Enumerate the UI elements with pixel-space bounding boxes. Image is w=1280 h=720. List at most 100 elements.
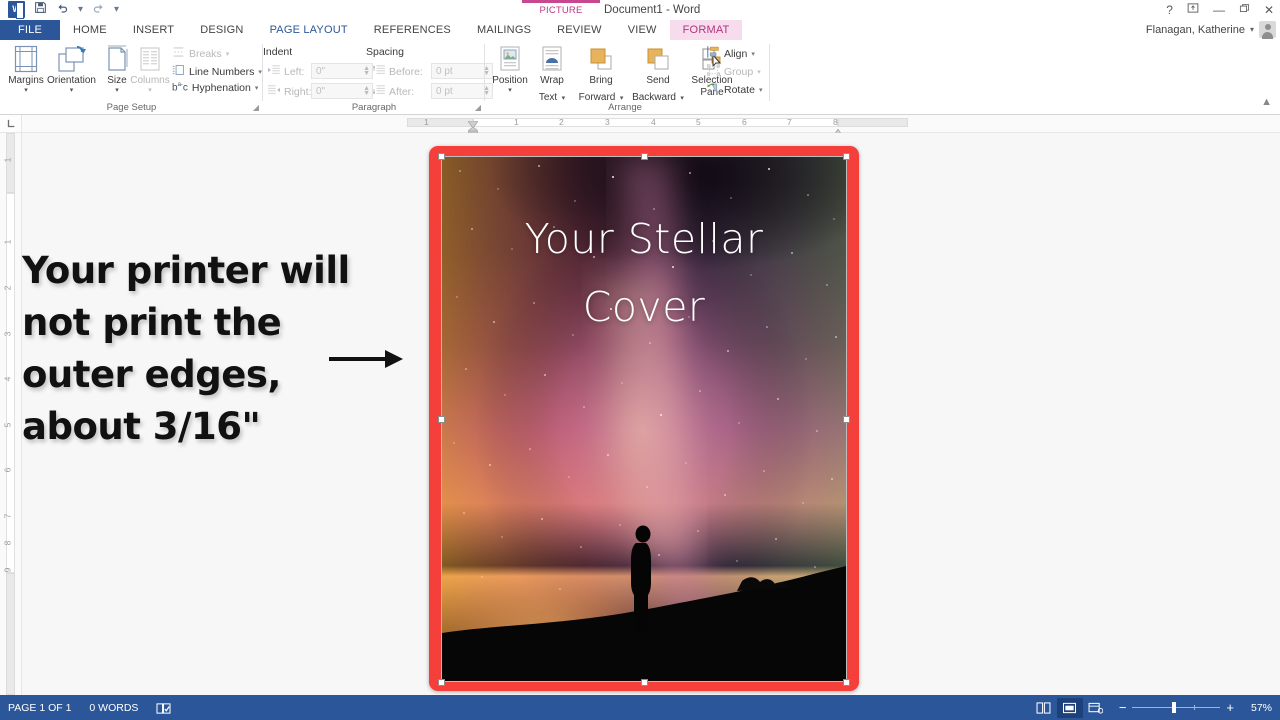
tab-references[interactable]: REFERENCES: [361, 20, 464, 40]
ribbon-display-options-icon[interactable]: [1187, 2, 1199, 17]
right-indent-marker[interactable]: [832, 124, 844, 138]
picture-tools-contextual-label: PICTURE TOOLS: [522, 0, 600, 32]
breaks-icon: [172, 46, 185, 61]
close-icon[interactable]: ✕: [1264, 3, 1274, 17]
send-backward-label2: Backward: [632, 91, 676, 103]
line-numbers-icon: [172, 64, 185, 79]
indent-left-input[interactable]: 0" ▲ ▼: [311, 63, 373, 79]
columns-caret-icon[interactable]: ▾: [126, 87, 174, 95]
cover-image[interactable]: Your Stellar Cover: [442, 157, 846, 681]
resize-handle-top-right[interactable]: [843, 153, 850, 160]
vruler-num-9: 9: [2, 567, 13, 573]
position-caret-icon[interactable]: ▾: [488, 87, 532, 95]
spacing-before-row: Before:: [372, 65, 423, 78]
indent-right-spin-down-icon[interactable]: ▼: [363, 90, 370, 97]
account-area[interactable]: Flanagan, Katherine ▾: [1145, 21, 1276, 39]
line-numbers-button[interactable]: Line Numbers ▾: [172, 64, 262, 79]
account-dropdown-icon[interactable]: ▾: [1250, 25, 1254, 34]
hyphenation-button[interactable]: ba-c Hyphenation ▾: [172, 82, 258, 94]
tab-insert[interactable]: INSERT: [120, 20, 187, 40]
read-mode-view-button[interactable]: [1031, 698, 1057, 718]
cover-title-line-1: Your Stellar: [524, 215, 764, 263]
resize-handle-top-center[interactable]: [641, 153, 648, 160]
resize-handle-middle-left[interactable]: [438, 416, 445, 423]
collapse-ribbon-icon[interactable]: ▲: [1261, 96, 1272, 108]
save-icon[interactable]: [34, 1, 47, 18]
hruler-num-1: 1: [514, 117, 519, 127]
wrap-text-caret-icon[interactable]: ▾: [562, 95, 566, 102]
resize-handle-bottom-center[interactable]: [641, 679, 648, 686]
rotate-caret-icon[interactable]: ▾: [759, 86, 763, 94]
paragraph-dialog-launcher-icon[interactable]: ◢: [475, 103, 481, 112]
resize-handle-bottom-right[interactable]: [843, 679, 850, 686]
spacing-before-value: 0 pt: [436, 66, 453, 77]
tab-mailings[interactable]: MAILINGS: [464, 20, 544, 40]
tab-format[interactable]: FORMAT: [669, 20, 743, 40]
tab-design[interactable]: DESIGN: [187, 20, 256, 40]
align-caret-icon[interactable]: ▾: [751, 50, 755, 58]
document-canvas[interactable]: Your printer will not print the outer ed…: [22, 133, 1280, 695]
zoom-out-button[interactable]: −: [1119, 701, 1127, 714]
user-name-label: Flanagan, Katherine: [1145, 23, 1245, 36]
first-line-indent-marker[interactable]: [467, 115, 479, 129]
annotation-line-4: about 3/16": [22, 405, 261, 448]
group-name-paragraph: Paragraph: [351, 102, 397, 113]
tab-view[interactable]: VIEW: [615, 20, 670, 40]
redo-icon[interactable]: [92, 1, 105, 18]
tab-file[interactable]: FILE: [0, 20, 61, 40]
zoom-slider[interactable]: [1132, 702, 1221, 713]
tab-selector-icon[interactable]: [0, 115, 22, 133]
word-count[interactable]: 0 WORDS: [89, 702, 138, 714]
orientation-icon: [44, 43, 99, 75]
print-layout-view-button[interactable]: [1056, 697, 1083, 718]
horizontal-ruler[interactable]: 1 1 2 3 4 5 6 7 8: [22, 115, 1280, 138]
orientation-caret-icon[interactable]: ▾: [44, 87, 99, 95]
vruler-num-5: 5: [2, 422, 13, 428]
ribbon-tab-bar: FILE HOME INSERT DESIGN PAGE LAYOUT REFE…: [0, 20, 1280, 40]
margins-button[interactable]: Margins ▾: [2, 43, 50, 95]
bring-forward-button[interactable]: Bring Forward ▾: [572, 43, 630, 105]
tab-home[interactable]: HOME: [60, 20, 120, 40]
tab-review[interactable]: REVIEW: [544, 20, 615, 40]
document-page[interactable]: Your Stellar Cover: [429, 146, 859, 691]
align-button[interactable]: Align ▾: [707, 46, 755, 61]
margins-caret-icon[interactable]: ▾: [2, 87, 50, 95]
columns-button[interactable]: Columns ▾: [126, 43, 174, 95]
customize-quick-access-toolbar-icon[interactable]: ▾: [114, 1, 119, 18]
resize-handle-bottom-left[interactable]: [438, 679, 445, 686]
orientation-button[interactable]: Orientation ▾: [44, 43, 99, 95]
margins-icon: [2, 43, 50, 75]
zoom-in-button[interactable]: +: [1226, 701, 1234, 714]
rotate-button[interactable]: Rotate ▾: [707, 82, 762, 97]
undo-icon[interactable]: [56, 1, 69, 18]
indent-left-value: 0": [316, 66, 326, 77]
page-indicator[interactable]: PAGE 1 OF 1: [8, 702, 71, 714]
group-caret-icon[interactable]: ▾: [757, 68, 761, 76]
bring-forward-caret-icon[interactable]: ▾: [620, 95, 624, 102]
zoom-control[interactable]: − + 57%: [1119, 701, 1272, 714]
position-button[interactable]: Position ▾: [488, 43, 532, 95]
left-indent-marker[interactable]: [466, 123, 480, 136]
zoom-level[interactable]: 57%: [1240, 702, 1272, 714]
breaks-caret-icon[interactable]: ▾: [226, 50, 230, 58]
indent-right-input[interactable]: 0" ▲ ▼: [311, 83, 373, 99]
breaks-button[interactable]: Breaks ▾: [172, 46, 229, 61]
resize-handle-middle-right[interactable]: [843, 416, 850, 423]
resize-handle-top-left[interactable]: [438, 153, 445, 160]
undo-dropdown-icon[interactable]: ▾: [78, 1, 83, 18]
help-icon[interactable]: ?: [1166, 3, 1173, 17]
hyphenation-caret-icon[interactable]: ▾: [255, 84, 259, 92]
spacing-heading: Spacing: [366, 46, 404, 58]
vertical-ruler[interactable]: 1 1 2 3 4 5 6 7 8 9: [0, 133, 22, 695]
indent-left-spin-down-icon[interactable]: ▼: [363, 70, 370, 77]
proofing-errors-icon[interactable]: [156, 702, 171, 714]
restore-icon[interactable]: [1239, 3, 1250, 17]
zoom-slider-thumb[interactable]: [1172, 702, 1177, 713]
page-setup-dialog-launcher-icon[interactable]: ◢: [253, 103, 259, 112]
minimize-icon[interactable]: —: [1213, 3, 1225, 17]
group-button[interactable]: Group ▾: [707, 64, 761, 79]
tab-page-layout[interactable]: PAGE LAYOUT: [256, 20, 361, 40]
wrap-text-button[interactable]: Wrap Text ▾: [530, 43, 574, 105]
web-layout-view-button[interactable]: [1083, 698, 1109, 718]
avatar[interactable]: [1259, 21, 1276, 39]
